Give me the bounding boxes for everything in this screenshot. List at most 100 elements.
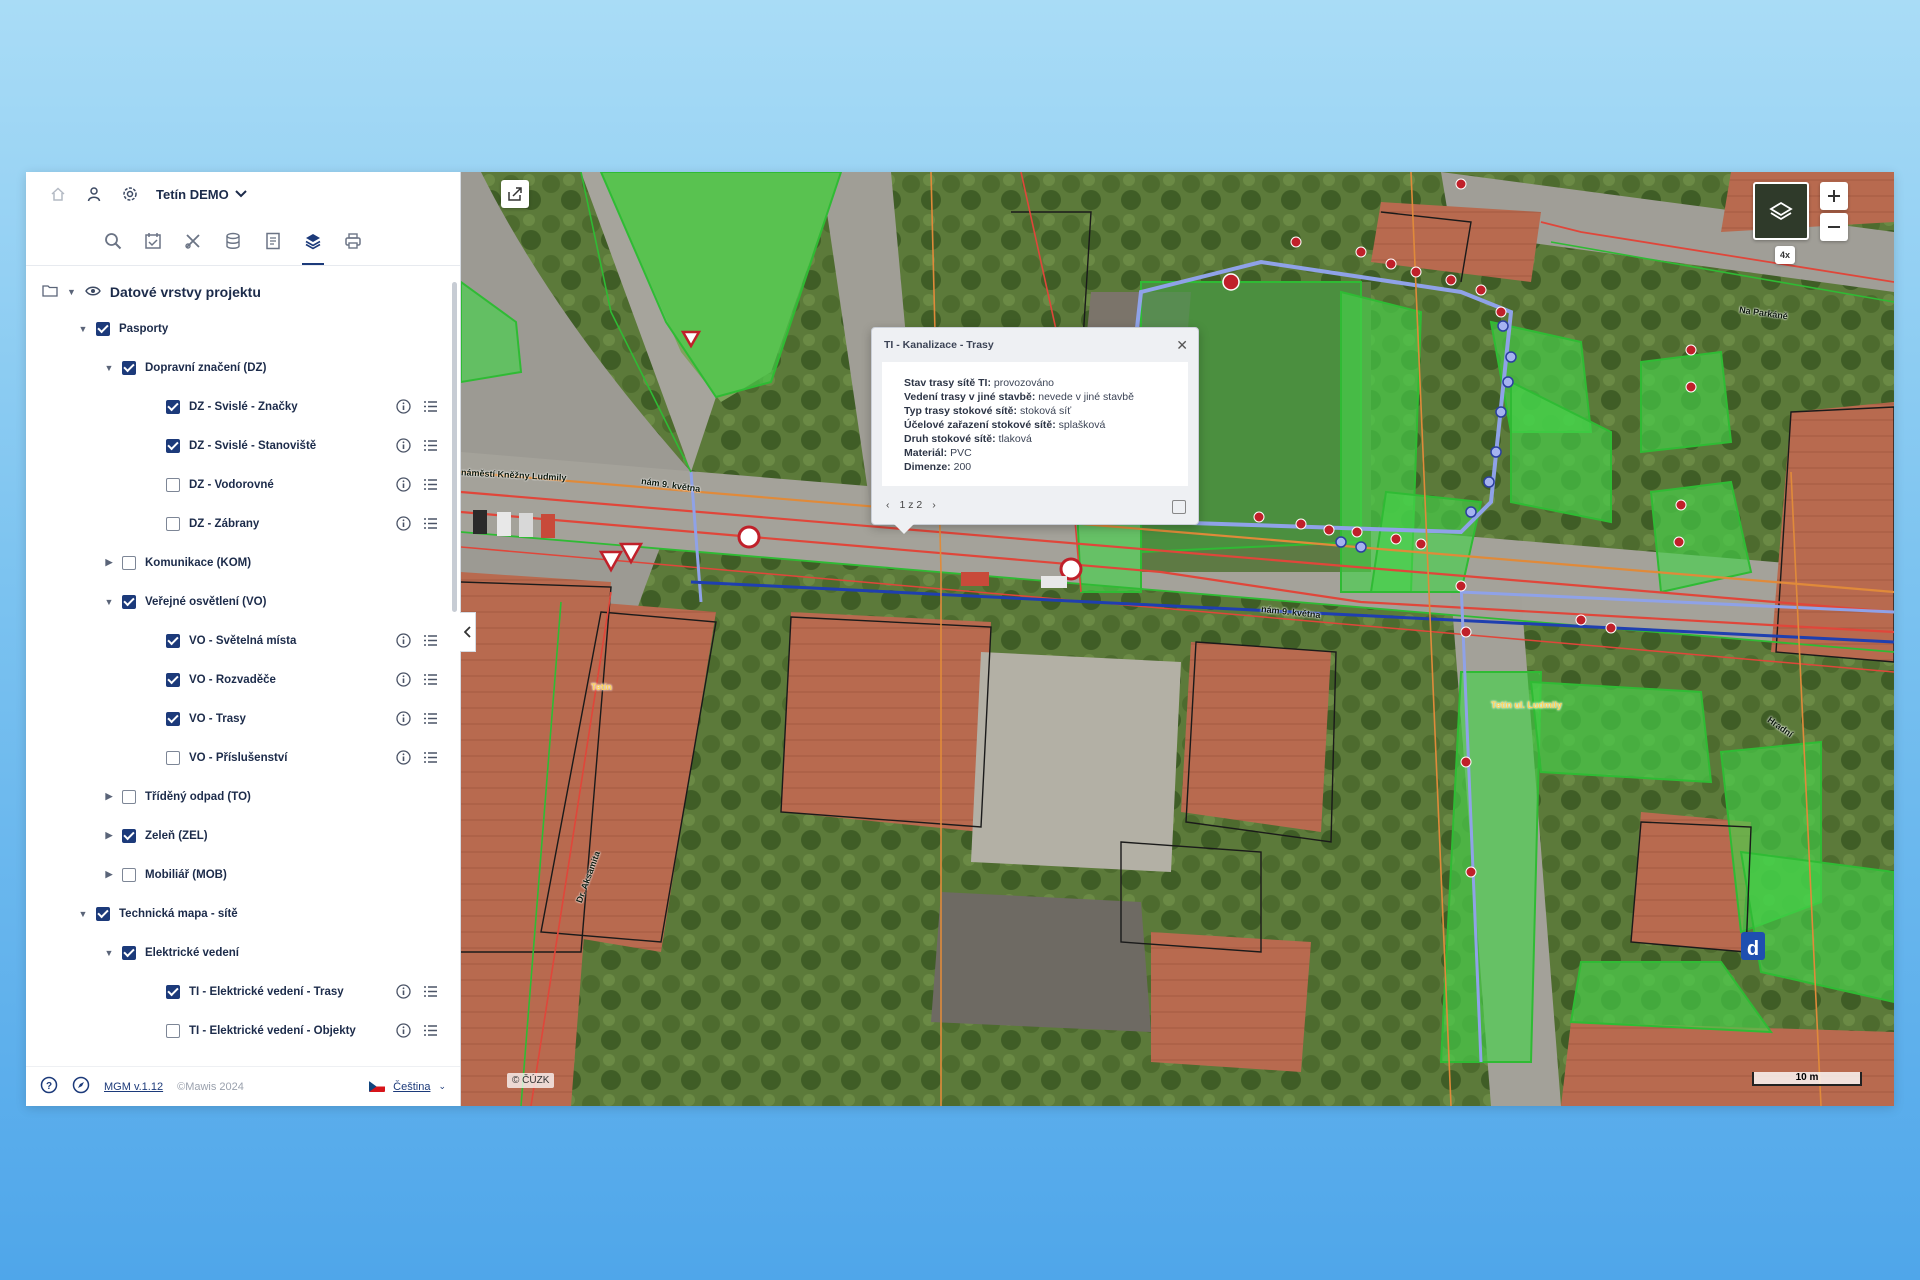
map-view[interactable]: d náměstí Kněžny Ludmily nám 9. května n…	[461, 172, 1894, 1106]
info-icon[interactable]	[396, 711, 411, 726]
layer-checkbox[interactable]	[122, 867, 136, 882]
info-icon[interactable]	[396, 477, 411, 492]
bookmark-icon[interactable]	[262, 230, 284, 252]
layer-row[interactable]: ▶ Mobiliář (MOB)	[26, 855, 448, 894]
layer-checkbox[interactable]	[122, 789, 136, 804]
print-icon[interactable]	[342, 230, 364, 252]
layer-row[interactable]: ▼ Veřejné osvětlení (VO)	[26, 582, 448, 621]
layer-checkbox[interactable]	[166, 750, 180, 765]
edit-tools-icon[interactable]	[182, 230, 204, 252]
layer-actions	[396, 711, 438, 726]
measure-icon[interactable]	[142, 230, 164, 252]
info-icon[interactable]	[396, 399, 411, 414]
project-selector[interactable]: Tetín DEMO	[156, 187, 247, 202]
layer-row[interactable]: VO - Příslušenství	[26, 738, 448, 777]
caret-down-icon[interactable]: ▼	[76, 909, 90, 919]
info-icon[interactable]	[396, 438, 411, 453]
caret-down-icon[interactable]: ▼	[102, 597, 116, 607]
layer-row[interactable]: TI - Elektrické vedení - Trasy	[26, 972, 448, 1011]
caret-down-icon[interactable]: ▼	[76, 324, 90, 334]
layer-checkbox[interactable]	[96, 906, 110, 921]
layer-checkbox[interactable]	[166, 711, 180, 726]
next-page-icon[interactable]: ›	[932, 499, 936, 511]
language-selector[interactable]: Čeština ⌄	[369, 1081, 446, 1093]
layer-row[interactable]: ▼ Pasporty	[26, 309, 448, 348]
info-icon[interactable]	[396, 672, 411, 687]
legend-list-icon[interactable]	[423, 399, 438, 414]
layers-icon[interactable]	[302, 230, 324, 265]
layer-checkbox[interactable]	[166, 477, 180, 492]
info-icon[interactable]	[396, 633, 411, 648]
feature-info-popup: TI - Kanalizace - Trasy ✕ Stav trasy sít…	[871, 327, 1199, 534]
layer-row[interactable]: VO - Trasy	[26, 699, 448, 738]
caret-down-icon[interactable]: ▼	[102, 363, 116, 373]
zoom-out-button[interactable]	[1820, 213, 1848, 241]
legend-list-icon[interactable]	[423, 633, 438, 648]
legend-list-icon[interactable]	[423, 750, 438, 765]
panel-footer: ? MGM v.1.12 ©Mawis 2024 Čeština ⌄	[26, 1066, 460, 1106]
legend-list-icon[interactable]	[423, 477, 438, 492]
layer-row[interactable]: DZ - Svislé - Stanoviště	[26, 426, 448, 465]
version-link[interactable]: MGM v.1.12	[104, 1081, 163, 1093]
legend-list-icon[interactable]	[423, 711, 438, 726]
layer-checkbox[interactable]	[122, 594, 136, 609]
place-label: Tetín	[591, 682, 612, 692]
layer-checkbox[interactable]	[122, 828, 136, 843]
zoom-in-button[interactable]	[1820, 182, 1848, 210]
collapse-panel-button[interactable]	[460, 612, 476, 652]
search-icon[interactable]	[102, 230, 124, 252]
basemap-switcher-button[interactable]	[1753, 182, 1809, 240]
layer-checkbox[interactable]	[96, 321, 110, 336]
legend-list-icon[interactable]	[423, 1023, 438, 1038]
prev-page-icon[interactable]: ‹	[886, 499, 890, 511]
layer-row[interactable]: DZ - Zábrany	[26, 504, 448, 543]
layer-row[interactable]: DZ - Vodorovné	[26, 465, 448, 504]
caret-right-icon[interactable]: ▶	[102, 557, 116, 568]
layer-row[interactable]: VO - Světelná místa	[26, 621, 448, 660]
layer-row[interactable]: ▼ Dopravní značení (DZ)	[26, 348, 448, 387]
layer-checkbox[interactable]	[166, 633, 180, 648]
info-icon[interactable]	[396, 516, 411, 531]
export-icon[interactable]	[1172, 500, 1186, 514]
settings-icon[interactable]	[120, 184, 140, 204]
layer-checkbox[interactable]	[122, 555, 136, 570]
layer-row[interactable]: ▶ Zeleň (ZEL)	[26, 816, 448, 855]
legend-list-icon[interactable]	[423, 672, 438, 687]
info-icon[interactable]	[396, 984, 411, 999]
layer-row[interactable]: ▼ Technická mapa - sítě	[26, 894, 448, 933]
legend-list-icon[interactable]	[423, 438, 438, 453]
layer-row[interactable]: ▶ Tříděný odpad (TO)	[26, 777, 448, 816]
layer-checkbox[interactable]	[166, 516, 180, 531]
user-icon[interactable]	[84, 184, 104, 204]
share-button[interactable]	[501, 180, 529, 208]
database-icon[interactable]	[222, 230, 244, 252]
layer-row[interactable]: VO - Rozvaděče	[26, 660, 448, 699]
home-icon[interactable]	[48, 184, 68, 204]
caret-right-icon[interactable]: ▶	[102, 791, 116, 802]
layer-checkbox[interactable]	[166, 438, 180, 453]
caret-right-icon[interactable]: ▶	[102, 869, 116, 880]
caret-right-icon[interactable]: ▶	[102, 830, 116, 841]
caret-down-icon[interactable]: ▼	[67, 287, 76, 297]
info-icon[interactable]	[396, 750, 411, 765]
layer-tree-root[interactable]: ▼ Datové vrstvy projektu	[26, 275, 448, 309]
eye-icon[interactable]	[85, 284, 101, 300]
layer-checkbox[interactable]	[122, 945, 136, 960]
layer-row[interactable]: ▼ Elektrické vedení	[26, 933, 448, 972]
info-icon[interactable]	[396, 1023, 411, 1038]
layer-checkbox[interactable]	[166, 672, 180, 687]
layer-row[interactable]: DZ - Svislé - Značky	[26, 387, 448, 426]
help-icon[interactable]: ?	[40, 1076, 58, 1097]
layer-checkbox[interactable]	[122, 360, 136, 375]
layer-row[interactable]: TI - Elektrické vedení - Objekty	[26, 1011, 448, 1050]
legend-list-icon[interactable]	[423, 984, 438, 999]
layer-row[interactable]: ▶ Komunikace (KOM)	[26, 543, 448, 582]
layer-checkbox[interactable]	[166, 399, 180, 414]
caret-down-icon[interactable]: ▼	[102, 948, 116, 958]
layer-checkbox[interactable]	[166, 1023, 180, 1038]
legend-list-icon[interactable]	[423, 516, 438, 531]
compass-icon[interactable]	[72, 1076, 90, 1097]
close-icon[interactable]: ✕	[1176, 337, 1188, 354]
layer-checkbox[interactable]	[166, 984, 180, 999]
layer-panel-scrollbar[interactable]	[452, 282, 457, 612]
